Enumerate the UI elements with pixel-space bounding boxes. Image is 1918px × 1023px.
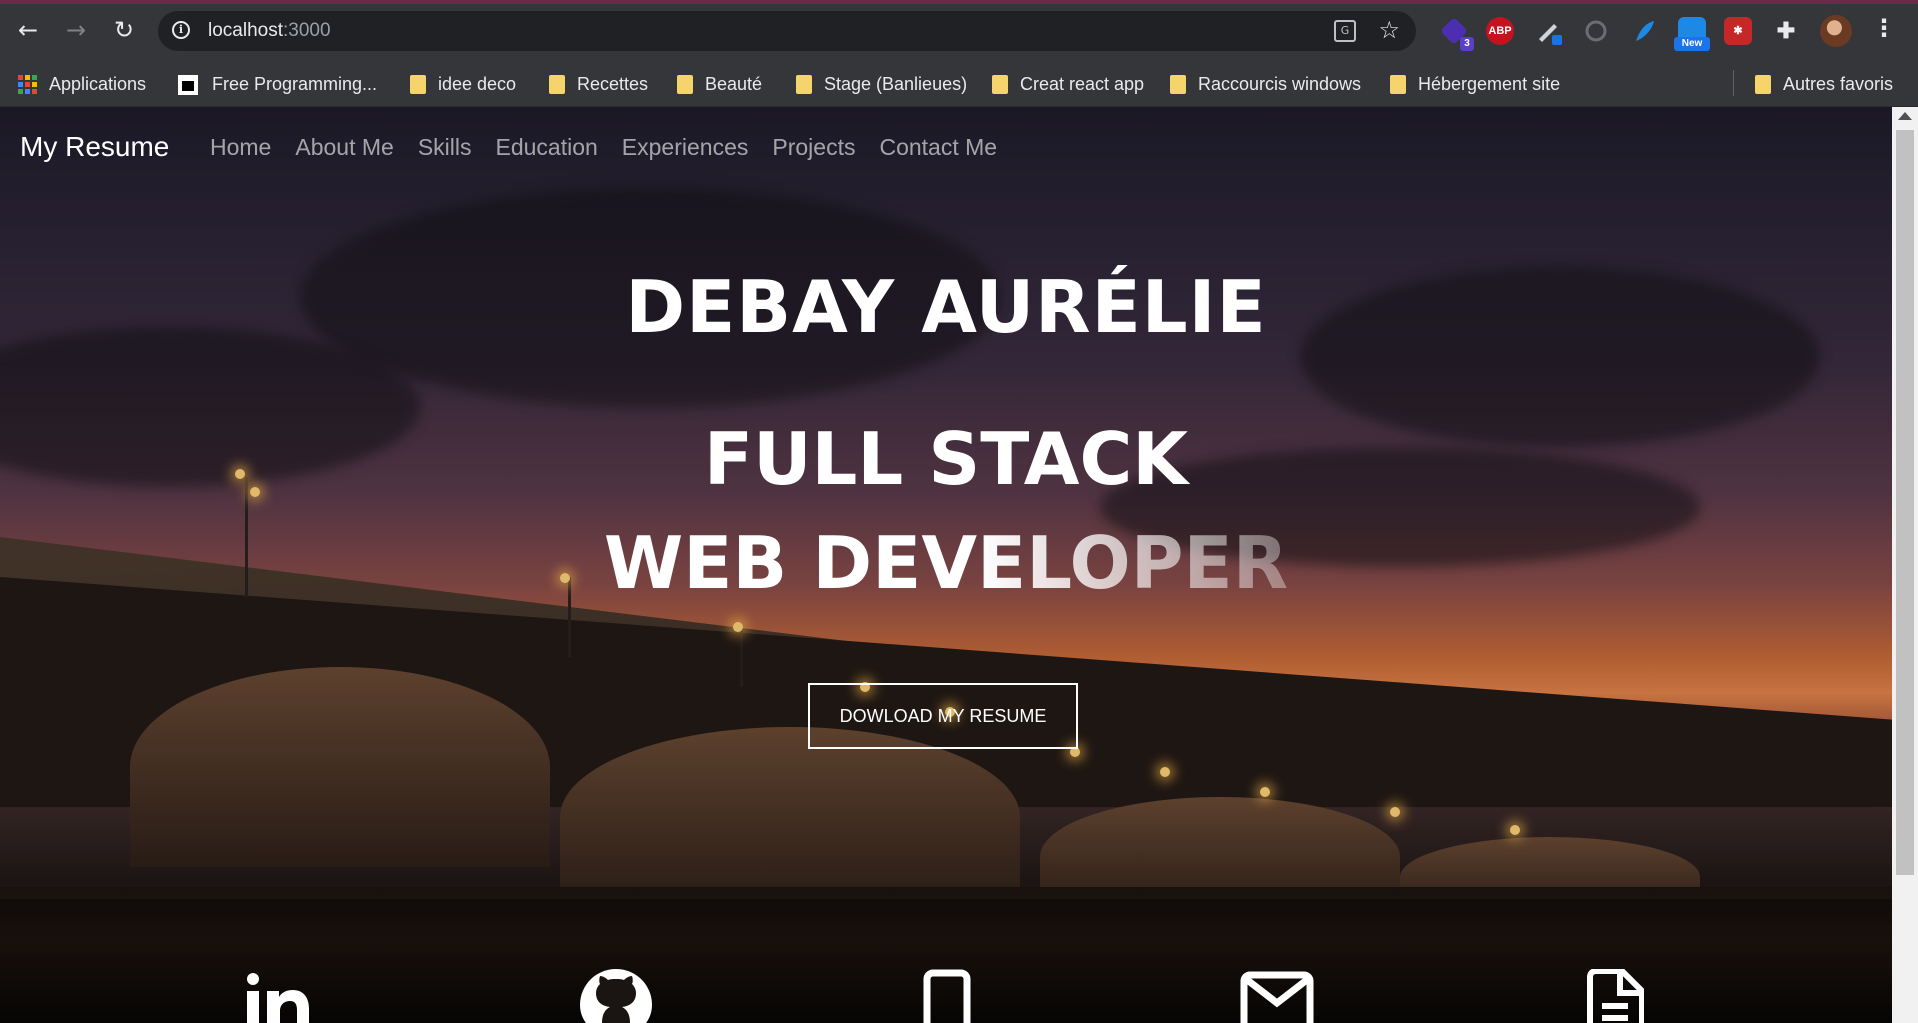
download-resume-button[interactable]: DOWLOAD MY RESUME (808, 683, 1078, 749)
site-info-icon[interactable]: i (172, 21, 190, 39)
browser-toolbar: ← → ↻ i localhost:3000 G ☆ 3 ABP New ✱ ✚… (0, 0, 1918, 62)
bookmark-idee-deco[interactable]: idee deco (410, 74, 516, 95)
timer-extension-icon[interactable] (1582, 17, 1610, 45)
menu-dots-icon[interactable]: ⋮ (1872, 14, 1896, 42)
reload-icon[interactable]: ↻ (108, 14, 140, 46)
bookmark-applications[interactable]: Applications (18, 74, 146, 95)
pen-extension-icon[interactable] (1534, 17, 1562, 45)
screenshot-extension-icon[interactable]: New (1674, 17, 1710, 51)
bookmark-creat-react-app[interactable]: Creat react app (992, 74, 1144, 95)
bookmark-raccourcis-windows[interactable]: Raccourcis windows (1170, 74, 1361, 95)
fcc-icon (178, 74, 198, 95)
bookmark-hebergement-site[interactable]: Hébergement site (1390, 74, 1560, 95)
feather-extension-icon[interactable] (1630, 17, 1658, 45)
site-navbar: My Resume Home About Me Skills Education… (0, 107, 1892, 183)
nav-experiences[interactable]: Experiences (622, 134, 749, 161)
nav-about-me[interactable]: About Me (295, 134, 393, 161)
profile-avatar[interactable] (1820, 15, 1852, 47)
folder-icon (1755, 75, 1771, 94)
hero-role: FULL STACK WEB DEVELOPER (0, 407, 1892, 615)
folder-icon (796, 75, 812, 94)
hero-role-line1: FULL STACK (703, 417, 1189, 501)
address-bar[interactable]: i localhost:3000 G ☆ (158, 11, 1416, 51)
scrollbar-thumb[interactable] (1896, 130, 1914, 875)
bookmark-recettes[interactable]: Recettes (549, 74, 648, 95)
linkedin-icon[interactable] (245, 969, 311, 1023)
github-icon[interactable] (580, 969, 652, 1023)
document-icon[interactable] (1586, 968, 1645, 1023)
back-arrow-icon[interactable]: ← (12, 14, 44, 46)
nav-home[interactable]: Home (210, 134, 271, 161)
bookmark-star-icon[interactable]: ☆ (1378, 16, 1400, 44)
forward-arrow-icon[interactable]: → (60, 14, 92, 46)
hero-role-line2: WEB DEVELOPER (603, 521, 1289, 605)
social-links-bar (0, 899, 1892, 1023)
bookmarks-separator (1733, 70, 1734, 96)
bookmark-beaute[interactable]: Beauté (677, 74, 762, 95)
folder-icon (992, 75, 1008, 94)
tab-strip (0, 0, 1918, 4)
hero-name: DEBAY AURÉLIE (625, 265, 1267, 349)
mail-icon[interactable] (1240, 969, 1314, 1023)
bookmark-free-programming[interactable]: Free Programming... (178, 74, 377, 95)
bookmark-autres-favoris[interactable]: Autres favoris (1755, 74, 1893, 95)
scroll-up-arrow-icon[interactable] (1898, 112, 1912, 120)
nav-skills[interactable]: Skills (418, 134, 472, 161)
bookmarks-bar: Applications Free Programming... idee de… (0, 62, 1918, 107)
nav-contact-me[interactable]: Contact Me (879, 134, 997, 161)
nav-education[interactable]: Education (495, 134, 597, 161)
folder-icon (410, 75, 426, 94)
bug-extension-icon[interactable]: ✱ (1724, 17, 1752, 45)
apps-grid-icon (18, 75, 37, 94)
bookmark-stage-banlieues[interactable]: Stage (Banlieues) (796, 74, 967, 95)
nav-projects[interactable]: Projects (772, 134, 855, 161)
site-brand[interactable]: My Resume (20, 131, 169, 163)
phone-icon[interactable] (922, 969, 972, 1023)
page-viewport: My Resume Home About Me Skills Education… (0, 107, 1892, 1023)
translate-icon[interactable]: G (1334, 20, 1356, 42)
puzzle-icon[interactable]: ✚ (1772, 17, 1800, 45)
url-text[interactable]: localhost:3000 (208, 20, 331, 42)
folder-icon (1170, 75, 1186, 94)
nav-links: Home About Me Skills Education Experienc… (210, 134, 997, 161)
folder-icon (677, 75, 693, 94)
adblock-icon[interactable]: ABP (1486, 17, 1514, 45)
folder-icon (549, 75, 565, 94)
extension-badge: 3 (1440, 17, 1474, 51)
folder-icon (1390, 75, 1406, 94)
